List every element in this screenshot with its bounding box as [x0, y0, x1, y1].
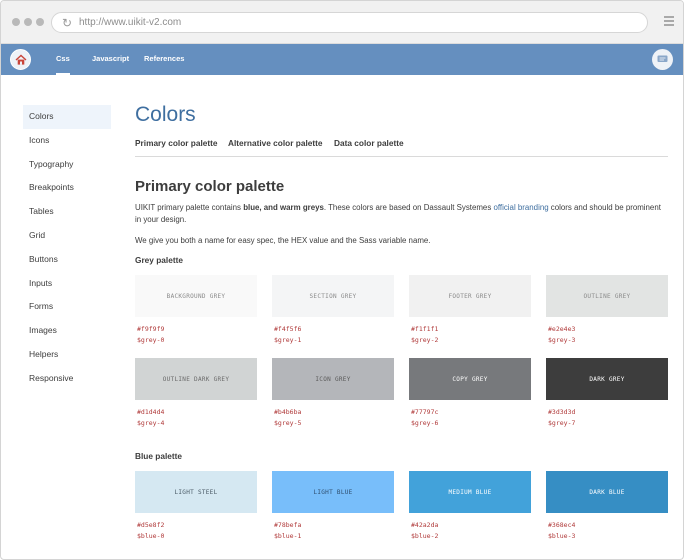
swatch-hex: #f1f1f1: [411, 325, 439, 333]
swatch-chip: COPY GREY: [409, 358, 531, 400]
color-swatch: DARK BLUE #368ec4 $blue-3: [546, 471, 668, 542]
sidebar-item-buttons[interactable]: Buttons: [23, 248, 111, 272]
color-swatch: BACKGROUND GREY #f9f9f9 $grey-0: [135, 275, 257, 346]
intro-paragraph: UIKIT primary palette contains blue, and…: [135, 202, 668, 226]
swatch-chip: MEDIUM BLUE: [409, 471, 531, 513]
top-navigation: Css Javascript References: [1, 44, 683, 75]
chat-button[interactable]: [652, 49, 673, 70]
swatch-sass-variable: $grey-0: [137, 336, 165, 344]
main-content: Colors Primary color palette Alternative…: [135, 101, 668, 540]
swatch-chip: OUTLINE GREY: [546, 275, 668, 317]
swatch-hex: #3d3d3d: [548, 408, 576, 416]
browser-chrome: ↻ http://www.uikit-v2.com: [1, 1, 683, 44]
color-swatch: LIGHT STEEL #d5e8f2 $blue-0: [135, 471, 257, 542]
swatch-chip: LIGHT BLUE: [272, 471, 394, 513]
sidebar-item-images[interactable]: Images: [23, 319, 111, 343]
swatch-hex: #b4b6ba: [274, 408, 302, 416]
browser-window: ↻ http://www.uikit-v2.com Css Javascript…: [0, 0, 684, 560]
swatch-chip: ICON GREY: [272, 358, 394, 400]
minimize-dot-icon[interactable]: [24, 18, 32, 26]
swatch-chip: OUTLINE DARK GREY: [135, 358, 257, 400]
swatch-chip: DARK GREY: [546, 358, 668, 400]
swatch-hex: #368ec4: [548, 521, 576, 529]
swatch-hex: #f9f9f9: [137, 325, 165, 333]
sidebar-item-grid[interactable]: Grid: [23, 224, 111, 248]
color-swatch: FOOTER GREY #f1f1f1 $grey-2: [409, 275, 531, 346]
sidebar-item-inputs[interactable]: Inputs: [23, 272, 111, 296]
tab-primary-palette[interactable]: Primary color palette: [135, 138, 218, 148]
swatch-sass-variable: $grey-6: [411, 419, 439, 427]
sidebar-item-tables[interactable]: Tables: [23, 200, 111, 224]
color-swatch: COPY GREY #77797c $grey-6: [409, 358, 531, 429]
color-swatch: LIGHT BLUE #78befa $blue-1: [272, 471, 394, 542]
reload-icon[interactable]: ↻: [62, 16, 72, 30]
sidebar-item-forms[interactable]: Forms: [23, 295, 111, 319]
intro-text-1: UIKIT primary palette contains: [135, 203, 244, 212]
swatch-hex: #42a2da: [411, 521, 439, 529]
sidebar-item-colors[interactable]: Colors: [23, 105, 111, 129]
sidebar-item-typography[interactable]: Typography: [23, 153, 111, 177]
address-bar[interactable]: ↻ http://www.uikit-v2.com: [51, 12, 648, 33]
color-swatch: ICON GREY #b4b6ba $grey-5: [272, 358, 394, 429]
page-title: Colors: [135, 103, 196, 126]
sidebar-item-icons[interactable]: Icons: [23, 129, 111, 153]
swatch-hex: #d5e8f2: [137, 521, 165, 529]
color-swatch: MEDIUM BLUE #42a2da $blue-2: [409, 471, 531, 542]
color-swatch: OUTLINE DARK GREY #d1d4d4 $grey-4: [135, 358, 257, 429]
intro-bold: blue, and warm greys: [243, 203, 324, 212]
sidebar-item-breakpoints[interactable]: Breakpoints: [23, 176, 111, 200]
hamburger-icon[interactable]: [664, 16, 674, 28]
color-swatch: OUTLINE GREY #e2e4e3 $grey-3: [546, 275, 668, 346]
home-icon: [15, 54, 27, 65]
swatch-sass-variable: $grey-1: [274, 336, 302, 344]
tab-data-palette[interactable]: Data color palette: [334, 138, 404, 148]
swatch-sass-variable: $blue-3: [548, 532, 576, 540]
swatch-hex: #78befa: [274, 521, 302, 529]
tab-alternative-palette[interactable]: Alternative color palette: [228, 138, 323, 148]
section-title: Primary color palette: [135, 178, 285, 195]
swatch-sass-variable: $blue-2: [411, 532, 439, 540]
color-swatch: SECTION GREY #f4f5f6 $grey-1: [272, 275, 394, 346]
swatch-sass-variable: $grey-4: [137, 419, 165, 427]
home-button[interactable]: [10, 49, 31, 70]
sidebar-item-responsive[interactable]: Responsive: [23, 367, 111, 391]
color-swatch: DARK GREY #3d3d3d $grey-7: [546, 358, 668, 429]
nav-tab-javascript[interactable]: Javascript: [92, 44, 129, 75]
swatch-hex: #d1d4d4: [137, 408, 165, 416]
swatch-chip: SECTION GREY: [272, 275, 394, 317]
swatch-sass-variable: $grey-5: [274, 419, 302, 427]
close-dot-icon[interactable]: [12, 18, 20, 26]
grey-palette-heading: Grey palette: [135, 255, 183, 265]
sidebar: Colors Icons Typography Breakpoints Tabl…: [23, 105, 111, 391]
swatch-hex: #f4f5f6: [274, 325, 302, 333]
official-branding-link[interactable]: official branding: [493, 203, 548, 212]
nav-tab-references[interactable]: References: [144, 44, 184, 75]
section-tabs: Primary color palette Alternative color …: [135, 137, 668, 157]
chat-icon: [657, 55, 668, 62]
intro-text-2: . These colors are based on Dassault Sys…: [323, 203, 494, 212]
nav-tab-css[interactable]: Css: [56, 44, 70, 75]
swatch-sass-variable: $grey-3: [548, 336, 576, 344]
swatch-sass-variable: $blue-0: [137, 532, 165, 540]
swatch-sass-variable: $grey-7: [548, 419, 576, 427]
maximize-dot-icon[interactable]: [36, 18, 44, 26]
swatch-sass-variable: $blue-1: [274, 532, 302, 540]
swatch-chip: LIGHT STEEL: [135, 471, 257, 513]
swatch-hex: #e2e4e3: [548, 325, 576, 333]
intro-paragraph-2: We give you both a name for easy spec, t…: [135, 236, 431, 245]
swatch-hex: #77797c: [411, 408, 439, 416]
swatch-chip: DARK BLUE: [546, 471, 668, 513]
url-text[interactable]: http://www.uikit-v2.com: [79, 17, 181, 29]
blue-palette-heading: Blue palette: [135, 451, 183, 461]
window-controls: [12, 18, 44, 26]
swatch-chip: FOOTER GREY: [409, 275, 531, 317]
sidebar-item-helpers[interactable]: Helpers: [23, 343, 111, 367]
swatch-chip: BACKGROUND GREY: [135, 275, 257, 317]
swatch-sass-variable: $grey-2: [411, 336, 439, 344]
